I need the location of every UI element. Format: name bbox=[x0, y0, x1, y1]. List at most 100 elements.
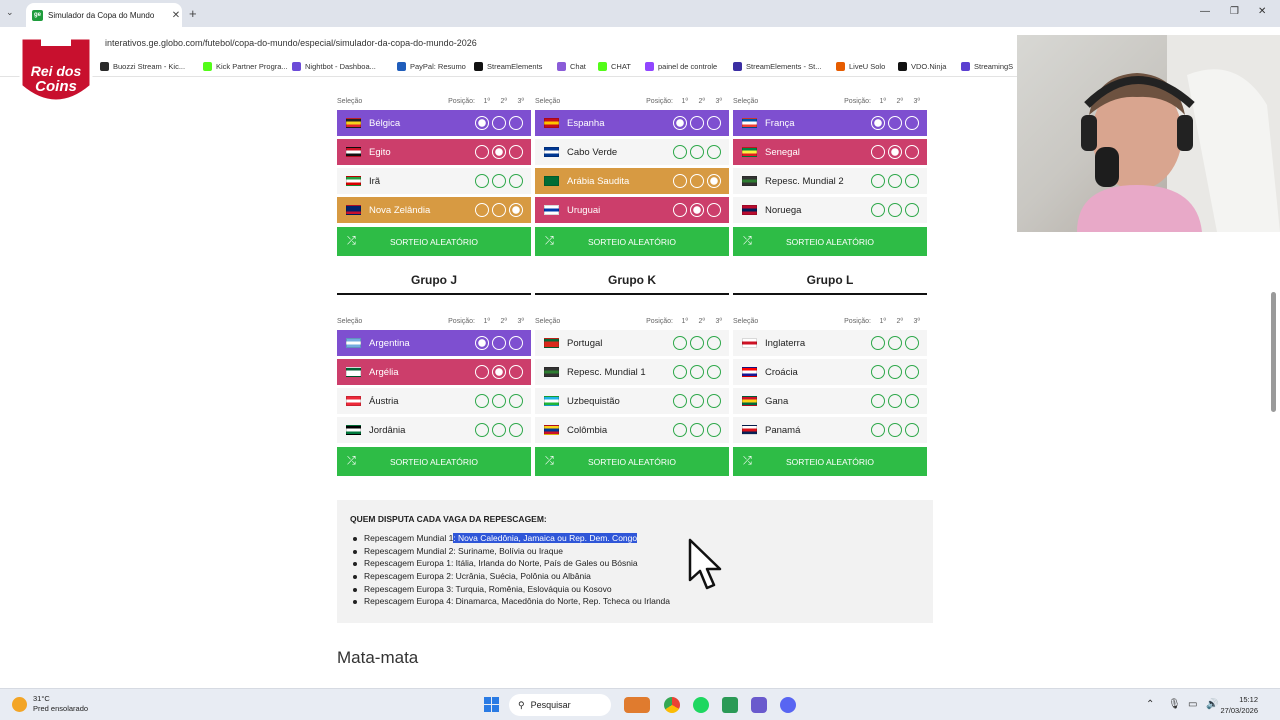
position-3-radio[interactable] bbox=[509, 145, 523, 159]
position-3-radio[interactable] bbox=[905, 336, 919, 350]
position-3-radio[interactable] bbox=[707, 174, 721, 188]
position-2-radio[interactable] bbox=[690, 336, 704, 350]
position-2-radio[interactable] bbox=[690, 174, 704, 188]
position-3-radio[interactable] bbox=[509, 394, 523, 408]
position-2-radio[interactable] bbox=[888, 174, 902, 188]
position-1-radio[interactable] bbox=[475, 365, 489, 379]
position-1-radio[interactable] bbox=[475, 203, 489, 217]
bookmark-item[interactable]: StreamingS bbox=[961, 62, 1013, 71]
position-1-radio[interactable] bbox=[475, 394, 489, 408]
position-2-radio[interactable] bbox=[690, 365, 704, 379]
spotify-icon[interactable] bbox=[693, 697, 709, 713]
position-3-radio[interactable] bbox=[509, 174, 523, 188]
bookmark-item[interactable]: painel de controle bbox=[645, 62, 717, 71]
bookmark-item[interactable]: Kick Partner Progra... bbox=[203, 62, 288, 71]
position-1-radio[interactable] bbox=[673, 365, 687, 379]
bookmark-item[interactable]: Nightbot - Dashboa... bbox=[292, 62, 376, 71]
position-3-radio[interactable] bbox=[707, 336, 721, 350]
taskbar-search[interactable]: ⚲ Pesquisar bbox=[509, 694, 611, 716]
position-1-radio[interactable] bbox=[475, 145, 489, 159]
obs-icon[interactable] bbox=[751, 697, 767, 713]
position-2-radio[interactable] bbox=[888, 365, 902, 379]
chrome-icon[interactable] bbox=[664, 697, 680, 713]
position-3-radio[interactable] bbox=[905, 423, 919, 437]
position-3-radio[interactable] bbox=[707, 365, 721, 379]
position-3-radio[interactable] bbox=[509, 116, 523, 130]
position-3-radio[interactable] bbox=[905, 203, 919, 217]
start-icon[interactable] bbox=[484, 697, 499, 712]
position-1-radio[interactable] bbox=[673, 116, 687, 130]
bookmark-item[interactable]: VDO.Ninja bbox=[898, 62, 946, 71]
random-draw-button[interactable]: ⤮ SORTEIO ALEATÓRIO bbox=[337, 227, 531, 256]
position-2-radio[interactable] bbox=[888, 203, 902, 217]
bookmark-item[interactable]: Chat bbox=[557, 62, 586, 71]
position-1-radio[interactable] bbox=[871, 423, 885, 437]
bookmark-item[interactable]: StreamElements - St... bbox=[733, 62, 821, 71]
position-2-radio[interactable] bbox=[888, 336, 902, 350]
position-2-radio[interactable] bbox=[492, 336, 506, 350]
new-tab-icon[interactable]: + bbox=[189, 6, 197, 21]
random-draw-button[interactable]: ⤮ SORTEIO ALEATÓRIO bbox=[535, 447, 729, 476]
position-1-radio[interactable] bbox=[673, 145, 687, 159]
position-2-radio[interactable] bbox=[492, 203, 506, 217]
close-window-icon[interactable]: ✕ bbox=[1258, 6, 1266, 17]
position-2-radio[interactable] bbox=[690, 423, 704, 437]
random-draw-button[interactable]: ⤮ SORTEIO ALEATÓRIO bbox=[337, 447, 531, 476]
position-1-radio[interactable] bbox=[871, 116, 885, 130]
bookmark-item[interactable]: PayPal: Resumo bbox=[397, 62, 466, 71]
position-1-radio[interactable] bbox=[871, 365, 885, 379]
selected-text[interactable]: : Nova Caledônia, Jamaica ou Rep. Dem. C… bbox=[453, 533, 638, 543]
position-1-radio[interactable] bbox=[475, 423, 489, 437]
restore-icon[interactable]: ❐ bbox=[1230, 6, 1239, 17]
position-3-radio[interactable] bbox=[707, 145, 721, 159]
mic-icon[interactable]: 🎙 bbox=[1168, 699, 1181, 710]
position-3-radio[interactable] bbox=[509, 365, 523, 379]
position-1-radio[interactable] bbox=[871, 145, 885, 159]
position-2-radio[interactable] bbox=[690, 145, 704, 159]
position-2-radio[interactable] bbox=[888, 145, 902, 159]
position-3-radio[interactable] bbox=[707, 423, 721, 437]
position-1-radio[interactable] bbox=[673, 394, 687, 408]
position-2-radio[interactable] bbox=[492, 394, 506, 408]
bookmark-item[interactable]: Buozzi Stream - Kic... bbox=[100, 62, 185, 71]
position-2-radio[interactable] bbox=[492, 365, 506, 379]
bookmark-item[interactable]: StreamElements bbox=[474, 62, 542, 71]
position-1-radio[interactable] bbox=[871, 394, 885, 408]
bookmark-item[interactable]: CHAT bbox=[598, 62, 631, 71]
position-2-radio[interactable] bbox=[492, 174, 506, 188]
bookmark-item[interactable]: LiveU Solo bbox=[836, 62, 885, 71]
position-3-radio[interactable] bbox=[707, 203, 721, 217]
url-field[interactable]: interativos.ge.globo.com/futebol/copa-do… bbox=[105, 38, 477, 48]
minimize-icon[interactable]: — bbox=[1200, 6, 1210, 17]
position-1-radio[interactable] bbox=[673, 423, 687, 437]
position-2-radio[interactable] bbox=[888, 394, 902, 408]
position-2-radio[interactable] bbox=[888, 423, 902, 437]
volume-icon[interactable]: 🔊 bbox=[1206, 699, 1218, 710]
position-1-radio[interactable] bbox=[871, 203, 885, 217]
position-2-radio[interactable] bbox=[492, 423, 506, 437]
position-2-radio[interactable] bbox=[888, 116, 902, 130]
position-3-radio[interactable] bbox=[707, 394, 721, 408]
position-2-radio[interactable] bbox=[690, 203, 704, 217]
position-2-radio[interactable] bbox=[690, 394, 704, 408]
random-draw-button[interactable]: ⤮ SORTEIO ALEATÓRIO bbox=[733, 227, 927, 256]
position-1-radio[interactable] bbox=[673, 336, 687, 350]
position-1-radio[interactable] bbox=[475, 174, 489, 188]
close-tab-icon[interactable]: ✕ bbox=[170, 10, 182, 21]
page-scrollbar[interactable] bbox=[1271, 292, 1276, 412]
position-3-radio[interactable] bbox=[905, 145, 919, 159]
position-3-radio[interactable] bbox=[707, 116, 721, 130]
position-2-radio[interactable] bbox=[492, 116, 506, 130]
position-3-radio[interactable] bbox=[509, 336, 523, 350]
position-2-radio[interactable] bbox=[690, 116, 704, 130]
discord-icon[interactable] bbox=[780, 697, 796, 713]
position-1-radio[interactable] bbox=[475, 336, 489, 350]
display-icon[interactable]: ▭ bbox=[1188, 699, 1197, 710]
position-3-radio[interactable] bbox=[509, 423, 523, 437]
weather-widget[interactable]: 31°C Pred ensolarado bbox=[12, 694, 88, 714]
widget-icon[interactable] bbox=[624, 697, 650, 713]
position-1-radio[interactable] bbox=[673, 174, 687, 188]
random-draw-button[interactable]: ⤮ SORTEIO ALEATÓRIO bbox=[535, 227, 729, 256]
position-3-radio[interactable] bbox=[905, 394, 919, 408]
tray-chevron-icon[interactable]: ⌃ bbox=[1146, 699, 1154, 710]
